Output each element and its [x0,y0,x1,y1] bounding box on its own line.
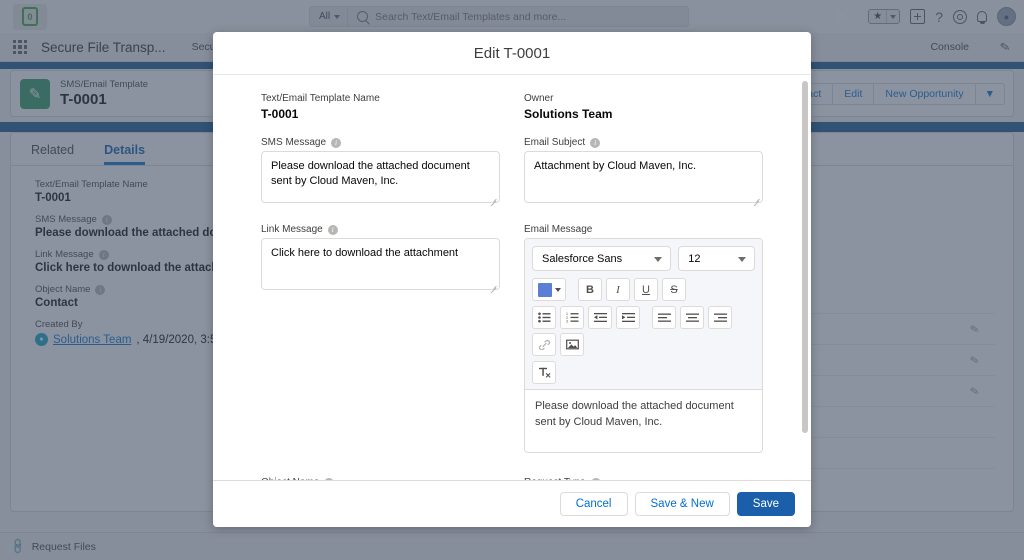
link-icon[interactable] [532,333,556,356]
align-left-button[interactable] [652,306,676,329]
field-label: Email Subject i [524,137,763,148]
align-center-button[interactable] [680,306,704,329]
link-message-textarea[interactable] [261,238,500,290]
color-swatch-icon [537,282,552,297]
rte-content-area[interactable]: Please download the attached document se… [525,390,762,452]
modal-scrollbar-thumb[interactable] [802,81,808,433]
bulleted-list-button[interactable] [532,306,556,329]
remove-formatting-button[interactable] [532,361,556,384]
field-owner: Owner Solutions Team [524,93,763,137]
chevron-down-icon [738,257,746,262]
field-link-message: Link Message i [261,224,500,295]
field-label: SMS Message i [261,137,500,148]
field-label: Link Message i [261,224,500,235]
align-right-button[interactable] [708,306,732,329]
text-color-picker[interactable] [532,278,566,301]
modal-body: Text/Email Template Name T-0001 SMS Mess… [213,74,811,480]
field-object-name: Object Name i [261,477,500,480]
modal-right-column: Owner Solutions Team Email Subject i Ema… [524,93,763,469]
modal-footer: Cancel Save & New Save [213,480,811,527]
sms-message-textarea[interactable] [261,151,500,203]
font-size-select[interactable]: 12 [678,246,755,271]
info-icon[interactable]: i [590,137,601,148]
textarea-wrapper [261,151,500,208]
chevron-down-icon [554,287,561,292]
field-request-type: Request Type i Send Media [524,477,763,480]
label-text: Object Name [261,477,319,480]
field-label: Object Name i [261,477,500,480]
info-icon[interactable]: i [590,477,601,480]
font-family-select[interactable]: Salesforce Sans [532,246,672,271]
modal-title: Edit T-0001 [473,44,551,62]
label-text: Request Type [524,477,586,480]
font-family-value: Salesforce Sans [542,252,623,265]
field-value-readonly: Solutions Team [524,107,613,121]
field-label: Text/Email Template Name [261,93,380,104]
modal-form-grid: Text/Email Template Name T-0001 SMS Mess… [213,75,811,469]
field-label: Request Type i [524,477,763,480]
field-label: Email Message [524,224,593,235]
info-icon[interactable]: i [327,224,338,235]
textarea-wrapper [524,151,763,208]
outdent-button[interactable] [588,306,612,329]
field-email-subject: Email Subject i [524,137,763,208]
numbered-list-button[interactable]: 123 [560,306,584,329]
rte-format-row-1: B I U S [532,278,755,301]
cancel-button[interactable]: Cancel [559,492,628,516]
rte-toolbar: Salesforce Sans 12 B I U S 1 2 3 [525,239,762,390]
rich-text-editor: Salesforce Sans 12 B I U S 1 2 3 Please … [524,238,763,453]
field-value-readonly: T-0001 [261,107,299,121]
rte-format-row-3 [532,361,755,384]
bold-button[interactable]: B [578,278,602,301]
field-sms-message: SMS Message i [261,137,500,208]
modal-scrollbar-track[interactable] [802,81,808,474]
rte-format-row-2: 123 [532,306,755,356]
save-button[interactable]: Save [736,492,795,516]
label-text: Email Subject [524,137,586,148]
info-icon[interactable]: i [331,137,342,148]
svg-text:3: 3 [566,320,568,323]
font-size-value: 12 [688,252,701,265]
chevron-down-icon [654,257,663,262]
edit-record-modal: Edit T-0001 Text/Email Template Name T-0… [213,32,811,527]
italic-button[interactable]: I [606,278,630,301]
strikethrough-button[interactable]: S [662,278,686,301]
rte-font-controls: Salesforce Sans 12 [532,246,755,271]
save-and-new-button[interactable]: Save & New [634,492,730,516]
modal-header: Edit T-0001 [213,32,811,74]
modal-left-column: Text/Email Template Name T-0001 SMS Mess… [261,93,500,469]
field-label: Owner [524,93,554,104]
textarea-wrapper [261,238,500,295]
email-subject-textarea[interactable] [524,151,763,203]
field-template-name: Text/Email Template Name T-0001 [261,93,500,137]
modal-bottom-fields: Object Name i Request Type i Send Media [213,469,811,480]
label-text: Link Message [261,224,323,235]
image-icon[interactable] [560,333,584,356]
field-email-message: Email Message Salesforce Sans 12 B I U S… [524,224,763,453]
underline-button[interactable]: U [634,278,658,301]
indent-button[interactable] [616,306,640,329]
label-text: SMS Message [261,137,327,148]
info-icon[interactable]: i [324,477,335,480]
